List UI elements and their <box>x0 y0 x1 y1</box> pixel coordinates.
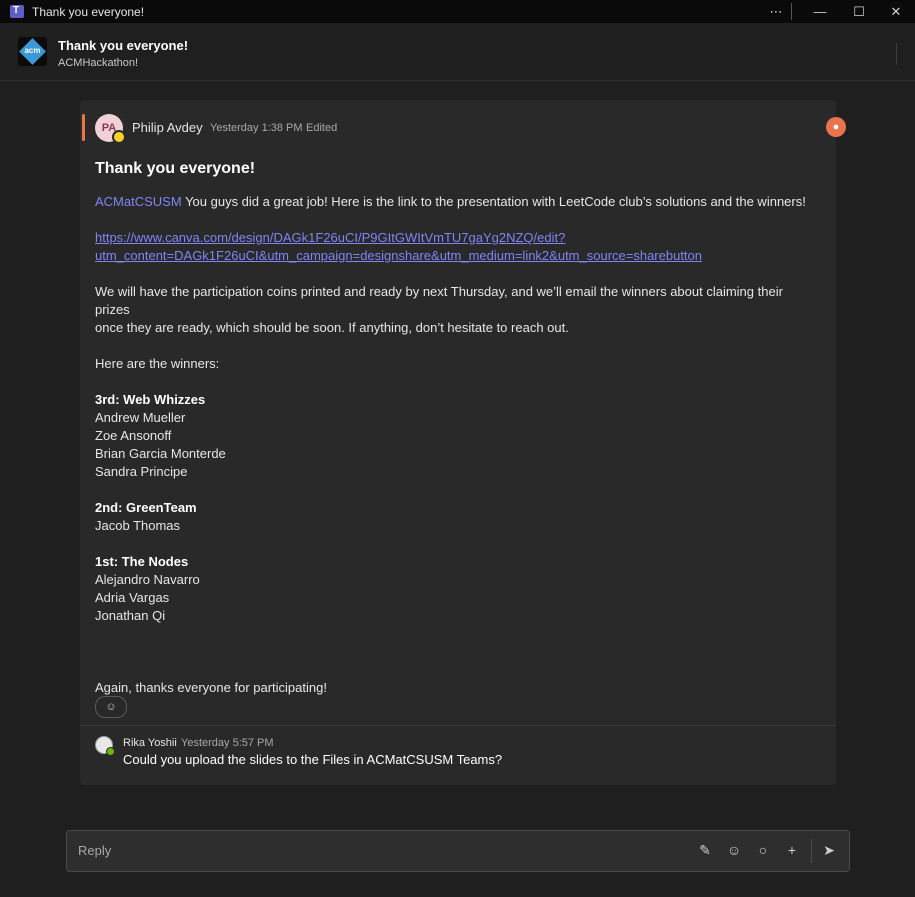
team-logo[interactable]: acm <box>18 37 47 66</box>
header-channel-name[interactable]: ACMHackathon! <box>58 57 138 69</box>
coins-line-2: once they are ready, which should be soo… <box>95 320 569 335</box>
avatar[interactable]: PA <box>95 114 126 144</box>
list-item: Sandra Principe <box>95 464 188 479</box>
place-first: 1st: The Nodes Alejandro Navarro Adria V… <box>95 553 815 625</box>
add-reaction-button[interactable]: ☺ <box>95 696 127 718</box>
post-subject: Thank you everyone! <box>95 160 256 177</box>
conversation-header: acm Thank you everyone! ACMHackathon! <box>0 23 915 81</box>
list-item: Adria Vargas <box>95 590 170 605</box>
winners-intro: Here are the winners: <box>95 356 220 371</box>
place-heading: 2nd: GreenTeam <box>95 500 197 515</box>
list-item: Brian Garcia Monterde <box>95 446 226 461</box>
loop-icon[interactable]: ○ <box>753 840 773 860</box>
reply-author[interactable]: Rika Yoshii <box>123 737 177 749</box>
place-heading: 3rd: Web Whizzes <box>95 392 206 407</box>
teams-app-icon <box>10 5 24 18</box>
close-button[interactable]: ✕ <box>877 0 915 23</box>
intro-paragraph: ACMatCSUSM You guys did a great job! Her… <box>95 193 815 211</box>
away-status-icon <box>112 130 126 144</box>
channel-mention[interactable]: ACMatCSUSM <box>95 194 182 209</box>
available-status-icon <box>106 747 115 756</box>
post-timestamp: Yesterday 1:38 PM <box>210 122 303 134</box>
edited-label: Edited <box>306 122 338 134</box>
place-second: 2nd: GreenTeam Jacob Thomas <box>95 499 815 535</box>
post-body: ACMatCSUSM You guys did a great job! Her… <box>95 193 815 715</box>
presentation-link-line-1[interactable]: https://www.canva.com/design/DAGk1F26uCI… <box>95 229 815 247</box>
format-icon[interactable]: ✎ <box>695 840 715 860</box>
presentation-link-line-2[interactable]: utm_content=DAGk1F26uCI&utm_campaign=des… <box>95 247 815 265</box>
post-card: PA Philip Avdey Yesterday 1:38 PM Edited… <box>80 100 846 785</box>
reply-placeholder[interactable]: Reply <box>78 843 111 858</box>
intro-text: You guys did a great job! Here is the li… <box>181 194 806 209</box>
more-options-button[interactable]: ⋯ <box>757 0 795 23</box>
header-title: Thank you everyone! <box>58 38 189 53</box>
replies-divider <box>80 725 836 726</box>
coins-paragraph: We will have the participation coins pri… <box>95 283 815 337</box>
closing-text: Again, thanks everyone for participating… <box>95 680 327 695</box>
title-bar-divider <box>791 3 792 20</box>
window-title: Thank you everyone! <box>32 5 145 19</box>
plus-icon[interactable]: + <box>782 840 802 860</box>
coins-line-1: We will have the participation coins pri… <box>95 284 783 317</box>
emoji-icon[interactable]: ☺ <box>724 840 744 860</box>
post-author[interactable]: Philip Avdey <box>132 120 203 135</box>
minimize-button[interactable]: — <box>801 0 839 23</box>
reply-avatar[interactable] <box>95 736 115 756</box>
list-item: Jonathan Qi <box>95 608 166 623</box>
compose-divider <box>811 839 812 863</box>
send-icon[interactable]: ➤ <box>819 840 839 860</box>
window-title-bar: Thank you everyone! ⋯ — ☐ ✕ <box>0 0 915 23</box>
group-reaction-icon[interactable]: ● <box>826 117 846 137</box>
header-divider <box>896 43 897 65</box>
logo-text: acm <box>24 46 41 55</box>
reply-text: Could you upload the slides to the Files… <box>123 752 503 767</box>
post-accent-bar <box>82 114 85 141</box>
place-heading: 1st: The Nodes <box>95 554 189 569</box>
add-reaction-icon: ☺ <box>105 701 117 713</box>
place-third: 3rd: Web Whizzes Andrew Mueller Zoe Anso… <box>95 391 815 481</box>
reply-timestamp: Yesterday 5:57 PM <box>181 737 274 749</box>
list-item: Jacob Thomas <box>95 518 181 533</box>
presentation-link: https://www.canva.com/design/DAGk1F26uCI… <box>95 229 815 265</box>
list-item: Alejandro Navarro <box>95 572 200 587</box>
reply-compose-box[interactable]: Reply ✎ ☺ ○ + ➤ <box>66 830 850 872</box>
list-item: Andrew Mueller <box>95 410 186 425</box>
list-item: Zoe Ansonoff <box>95 428 172 443</box>
maximize-button[interactable]: ☐ <box>840 0 878 23</box>
